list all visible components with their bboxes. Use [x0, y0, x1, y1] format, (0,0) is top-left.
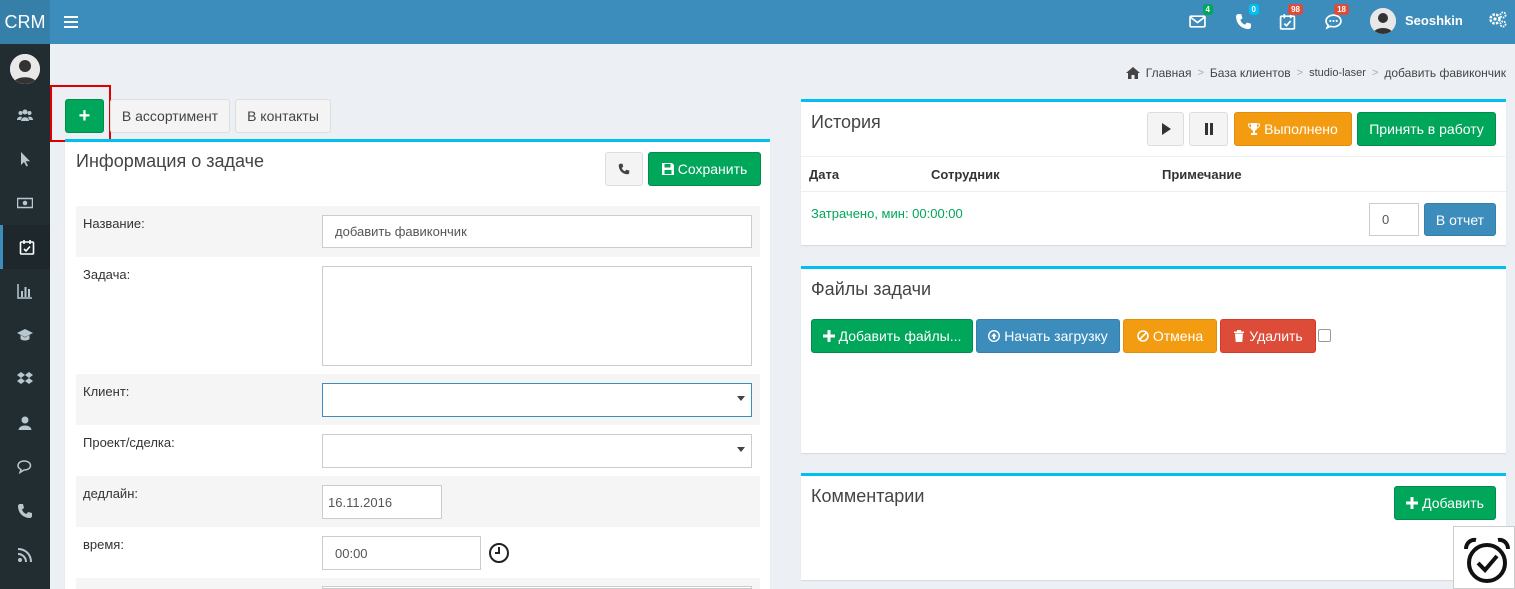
sidebar-item-dropbox-icon[interactable]	[0, 357, 50, 401]
call-button[interactable]	[605, 152, 643, 186]
save-label: Сохранить	[677, 161, 748, 177]
add-files-label: Добавить файлы...	[838, 328, 962, 344]
client-label: Клиент:	[83, 384, 130, 399]
accept-to-work-button[interactable]: Принять в работу	[1357, 112, 1496, 146]
trophy-icon	[1248, 123, 1261, 135]
phone-icon	[618, 163, 630, 175]
sidebar-item-chat-icon[interactable]	[0, 445, 50, 489]
breadcrumb-current: добавить фавикончик	[1384, 66, 1506, 80]
time-input[interactable]: 00:00	[322, 536, 481, 570]
task-textarea[interactable]	[322, 266, 752, 366]
sidebar-item-users-icon[interactable]	[0, 93, 50, 137]
play-button[interactable]	[1147, 112, 1184, 146]
name-input[interactable]: добавить фавикончик	[322, 215, 752, 248]
start-upload-button[interactable]: Начать загрузку	[976, 319, 1120, 353]
to-assortment-button[interactable]: В ассортимент	[110, 99, 230, 133]
play-icon	[1161, 123, 1171, 135]
chevron-down-icon	[737, 447, 745, 452]
delete-files-label: Удалить	[1249, 328, 1303, 344]
time-label: время:	[83, 537, 124, 552]
save-button[interactable]: Сохранить	[648, 152, 761, 186]
history-table-header	[801, 156, 1506, 192]
settings-gears-icon[interactable]	[1488, 10, 1508, 30]
project-select[interactable]	[322, 434, 752, 468]
breadcrumb-separator: >	[1296, 67, 1304, 79]
upload-circle-icon	[988, 330, 1001, 342]
task-label: Задача:	[83, 267, 131, 282]
calls-count-badge: 0	[1248, 4, 1259, 15]
column-employee: Сотрудник	[931, 167, 1000, 182]
user-name[interactable]: Seoshkin	[1405, 13, 1463, 28]
time-spent-text: Затрачено, мин: 00:00:00	[811, 206, 963, 221]
floppy-icon	[661, 163, 674, 175]
column-date: Дата	[809, 167, 840, 182]
done-button[interactable]: Выполнено	[1234, 112, 1352, 146]
cancel-upload-label: Отмена	[1152, 328, 1204, 344]
add-task-button[interactable]: +	[65, 99, 104, 133]
breadcrumb-client[interactable]: studio-laser	[1309, 67, 1366, 79]
sidebar-item-cursor-icon[interactable]	[0, 137, 50, 181]
app-logo[interactable]: CRM	[0, 0, 50, 44]
alarm-widget[interactable]	[1453, 526, 1515, 589]
sidebar-avatar[interactable]	[10, 54, 40, 84]
breadcrumb-home[interactable]: Главная	[1146, 66, 1192, 80]
project-label: Проект/сделка:	[83, 435, 175, 450]
breadcrumb-separator: >	[1371, 67, 1379, 79]
top-navbar: CRM 4 0 98 18 Seoshkin	[0, 0, 1515, 44]
chat-count-badge: 18	[1334, 4, 1349, 15]
cancel-upload-button[interactable]: Отмена	[1123, 319, 1217, 353]
sidebar-item-user-icon[interactable]	[0, 401, 50, 445]
files-title: Файлы задачи	[811, 279, 932, 299]
comments-title: Комментарии	[811, 486, 925, 506]
task-info-title: Информация о задаче	[76, 151, 264, 171]
select-all-files-checkbox[interactable]	[1318, 329, 1331, 342]
done-label: Выполнено	[1264, 121, 1338, 137]
sidebar-item-rss-icon[interactable]	[0, 533, 50, 577]
alarm-clock-check-icon	[1464, 537, 1510, 583]
add-comment-button[interactable]: Добавить	[1394, 486, 1496, 520]
history-title: История	[811, 112, 881, 132]
sidebar-item-phone-icon[interactable]	[0, 489, 50, 533]
add-comment-label: Добавить	[1422, 495, 1484, 511]
trash-icon	[1234, 330, 1245, 342]
start-upload-label: Начать загрузку	[1004, 328, 1108, 344]
deadline-input[interactable]: 16.11.2016	[322, 485, 442, 519]
sidebar-item-chart-icon[interactable]	[0, 269, 50, 313]
column-note: Примечание	[1162, 167, 1242, 182]
clock-icon[interactable]	[488, 542, 510, 564]
tasks-count-badge: 98	[1288, 4, 1303, 15]
sidebar	[0, 44, 50, 589]
to-report-button[interactable]: В отчет	[1424, 203, 1496, 236]
delete-files-button[interactable]: Удалить	[1220, 319, 1316, 353]
phone-icon[interactable]: 0	[1232, 4, 1259, 32]
plus-icon	[1406, 497, 1419, 509]
menu-toggle-icon[interactable]	[64, 13, 78, 31]
sidebar-item-money-icon[interactable]	[0, 181, 50, 225]
breadcrumb-clients[interactable]: База клиентов	[1210, 66, 1291, 80]
ban-icon	[1137, 330, 1149, 342]
name-label: Название:	[83, 216, 145, 231]
breadcrumb: Главная > База клиентов > studio-laser >…	[1125, 66, 1506, 80]
breadcrumb-separator: >	[1197, 67, 1204, 79]
pause-icon	[1204, 123, 1213, 135]
plus-icon	[822, 330, 835, 342]
report-minutes-input[interactable]: 0	[1369, 203, 1419, 236]
sidebar-item-tasks-icon[interactable]	[0, 225, 50, 269]
sidebar-item-graduation-icon[interactable]	[0, 313, 50, 357]
chevron-down-icon	[737, 396, 745, 401]
calendar-check-icon[interactable]: 98	[1276, 4, 1303, 32]
comments-icon[interactable]: 18	[1322, 4, 1349, 32]
envelope-icon[interactable]: 4	[1186, 4, 1213, 32]
pause-button[interactable]	[1189, 112, 1228, 146]
user-avatar[interactable]	[1370, 8, 1396, 34]
add-files-button[interactable]: Добавить файлы...	[811, 319, 973, 353]
messages-count-badge: 4	[1202, 4, 1213, 15]
deadline-label: дедлайн:	[83, 486, 138, 501]
home-icon	[1125, 67, 1140, 79]
client-select[interactable]	[322, 383, 752, 417]
to-contacts-button[interactable]: В контакты	[235, 99, 331, 133]
